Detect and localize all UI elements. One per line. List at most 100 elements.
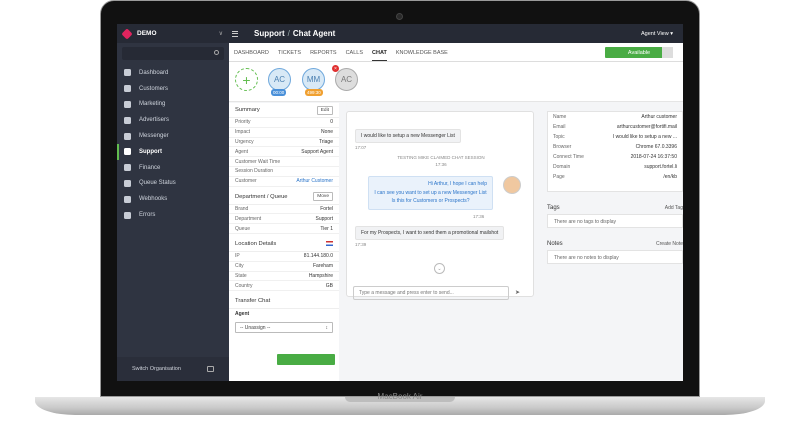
breadcrumb: Support / Chat Agent — [254, 29, 335, 38]
field-label: Urgency — [235, 138, 254, 145]
sidebar-item-queue-status[interactable]: Queue Status — [117, 176, 229, 192]
tab-reports[interactable]: REPORTS — [310, 50, 337, 61]
sidebar-item-customers[interactable]: Customers — [117, 81, 229, 97]
field-label: Country — [235, 282, 253, 289]
field-label: Customer — [235, 178, 257, 185]
transfer-title: Transfer Chat — [235, 298, 271, 305]
send-icon[interactable]: ➤ — [515, 289, 520, 296]
customer-message: I would like to setup a new Messenger Li… — [355, 129, 461, 143]
message-time: 17:39 — [355, 242, 367, 247]
tab-knowledge-base[interactable]: KNOWLEDGE BASE — [396, 50, 448, 61]
advertisers-icon — [124, 116, 131, 124]
tab-calls[interactable]: CALLS — [346, 50, 363, 61]
sidebar-item-messenger[interactable]: Messenger — [117, 128, 229, 144]
agent-message-line: Hi Arthur, I hope I can help — [428, 181, 487, 187]
chat-panel: I would like to setup a new Messenger Li… — [346, 111, 534, 300]
summary-row: Priority 0 — [229, 118, 339, 128]
location-row: City Fareham — [229, 262, 339, 272]
info-row: Email arthurcustomer@fortifi.mail — [548, 122, 682, 132]
field-value: Support — [315, 215, 333, 222]
field-label: Topic — [553, 134, 565, 140]
tab-chat[interactable]: CHAT — [372, 50, 387, 61]
sidebar-item-label: Marketing — [139, 101, 166, 108]
scroll-down-icon[interactable]: ⌄ — [434, 263, 445, 274]
errors-icon — [124, 211, 131, 219]
field-label: Priority — [235, 119, 251, 126]
sidebar-item-label: Errors — [139, 212, 156, 219]
close-session-icon[interactable]: × — [332, 65, 339, 72]
field-label: Connect Time — [553, 154, 584, 160]
menu-icon[interactable] — [232, 30, 244, 37]
department-row: Department Support — [229, 214, 339, 225]
add-session-button[interactable]: + — [235, 68, 258, 91]
tab-dashboard[interactable]: DASHBOARD — [234, 50, 269, 61]
chat-message-input[interactable]: Type a message and press enter to send..… — [353, 286, 509, 300]
summary-header: Summary Edit — [229, 103, 339, 118]
camera — [396, 13, 403, 20]
laptop-frame: DEMO ∨ Dashboard Customers Marketing Adv… — [0, 0, 800, 429]
tab-tickets[interactable]: TICKETS — [278, 50, 301, 61]
customer-message: For my Prospects, I want to send them a … — [355, 226, 505, 240]
field-label: Domain — [553, 164, 571, 170]
agent-label: Agent — [235, 311, 250, 318]
sidebar-item-finance[interactable]: Finance — [117, 160, 229, 176]
breadcrumb-support[interactable]: Support — [254, 29, 285, 38]
sidebar-item-label: Dashboard — [139, 69, 169, 76]
session-avatar[interactable]: MM — [302, 68, 325, 91]
field-label: Agent — [235, 148, 249, 155]
sidebar-item-advertisers[interactable]: Advertisers — [117, 112, 229, 128]
agent-message: Hi Arthur, I hope I can help I can see y… — [368, 176, 493, 210]
sidebar-item-support[interactable]: Support — [117, 143, 229, 160]
sidebar-search[interactable] — [122, 47, 224, 60]
marketing-icon — [124, 100, 131, 108]
session-avatar[interactable]: AC — [268, 68, 291, 91]
field-label: Name — [553, 114, 567, 120]
sidebar-item-webhooks[interactable]: Webhooks — [117, 191, 229, 207]
agent-select[interactable]: -- Unassign -- ↕ — [235, 322, 333, 334]
status-toggle[interactable]: Available — [605, 47, 673, 58]
field-label: State — [235, 272, 247, 279]
create-note-button[interactable]: Create Note — [656, 241, 683, 247]
sidebar-item-marketing[interactable]: Marketing — [117, 97, 229, 113]
summary-row: Session Duration — [229, 167, 339, 177]
transfer-header: Transfer Chat — [229, 294, 339, 310]
move-button[interactable]: Move — [313, 192, 333, 202]
details-column: Summary Edit Priority 0 Impact None Urgenc… — [229, 103, 339, 381]
sidebar-item-label: Messenger — [139, 133, 169, 140]
summary-title: Summary — [235, 107, 260, 113]
department-row: Queue Tier 1 — [229, 224, 339, 234]
field-value: Chrome 67.0.3396 — [635, 144, 677, 150]
sidebar-item-errors[interactable]: Errors — [117, 207, 229, 223]
customer-link[interactable]: Arthur Customer — [296, 178, 333, 184]
summary-row: Impact None — [229, 128, 339, 138]
field-value: 2018-07-24 16:37:50 — [630, 154, 677, 160]
edit-button[interactable]: Edit — [316, 105, 333, 115]
field-label: Queue — [235, 225, 251, 232]
chevron-down-icon[interactable]: ∨ — [219, 30, 223, 37]
sidebar-item-label: Customers — [139, 85, 169, 92]
queue-icon — [124, 179, 131, 187]
page-title: Chat Agent — [292, 29, 336, 38]
session-timer-badge: 00:00 — [271, 89, 287, 96]
sidebar-item-label: Advertisers — [139, 117, 170, 124]
tags-empty: There are no tags to display — [547, 214, 683, 228]
notes-title: Notes — [547, 241, 563, 247]
device-label: MacBook Air — [377, 392, 423, 401]
add-tag-button[interactable]: Add Tag — [665, 205, 683, 211]
transfer-button[interactable] — [277, 354, 335, 365]
notes-empty: There are no notes to display — [547, 250, 683, 264]
breadcrumb-separator: / — [287, 29, 290, 38]
field-value: I would like to setup a new ... — [612, 134, 677, 140]
field-label: Session Duration — [235, 168, 274, 175]
info-row: Connect Time 2018-07-24 16:37:50 — [548, 152, 682, 162]
sidebar-header[interactable]: DEMO ∨ — [117, 24, 229, 43]
session-avatar[interactable]: AC — [335, 68, 358, 91]
agent-view-dropdown[interactable]: Agent View ▾ — [641, 31, 673, 37]
switch-icon — [207, 366, 214, 372]
switch-organisation-button[interactable]: Switch Organisation — [117, 357, 229, 381]
sidebar-item-dashboard[interactable]: Dashboard — [117, 65, 229, 81]
sidebar-item-label: Support — [139, 148, 162, 155]
sidebar-item-label: Webhooks — [139, 196, 168, 203]
location-row: Country GB — [229, 281, 339, 292]
location-header: Location Details — [229, 237, 339, 252]
